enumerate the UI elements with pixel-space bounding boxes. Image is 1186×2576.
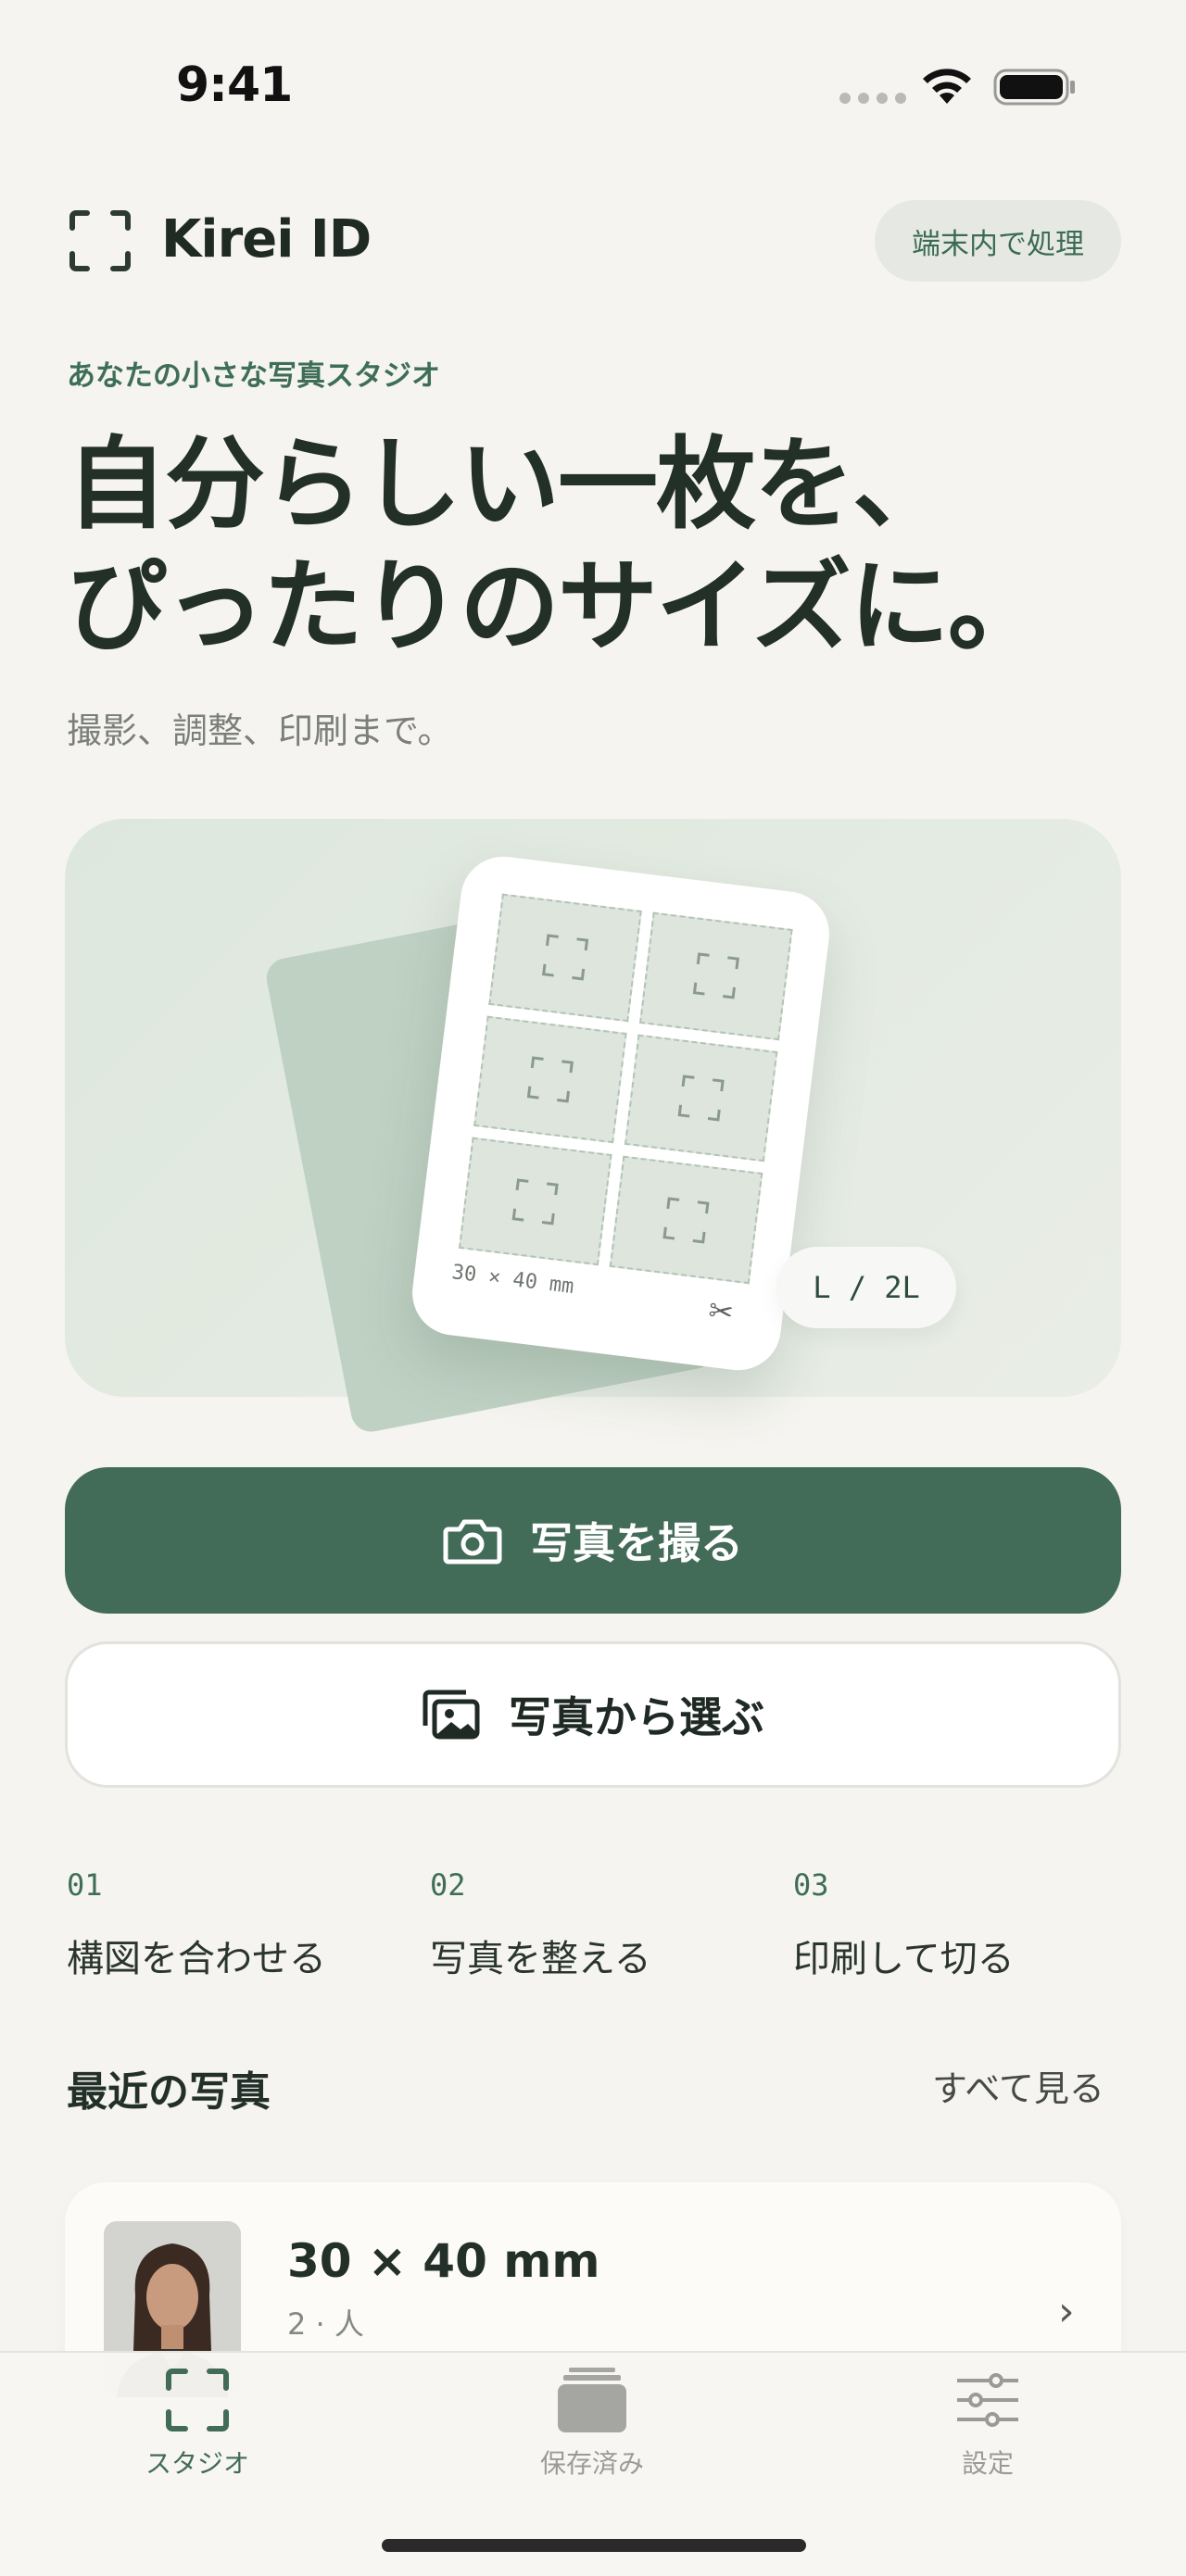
- step-label: 構図を合わせる: [67, 1938, 326, 1980]
- wifi-icon: [923, 69, 971, 104]
- app-title: Kirei ID: [161, 209, 372, 270]
- recent-photo-size: 30 × 40 mm: [287, 2234, 600, 2288]
- subtitle: 撮影、調整、印刷まで。: [67, 710, 453, 751]
- sliders-icon: [957, 2373, 1018, 2427]
- print-sheet-card: 30 × 40 mm ✂: [407, 851, 835, 1376]
- viewfinder-icon: [166, 2369, 229, 2431]
- step-number: 01: [67, 1867, 103, 1903]
- take-photo-label: 写真を撮る: [530, 1518, 743, 1568]
- photo-slot: [458, 1137, 612, 1266]
- photo-slot: [639, 911, 793, 1040]
- take-photo-button[interactable]: 写真を撮る: [65, 1467, 1121, 1614]
- photo-slot: [624, 1034, 778, 1162]
- tab-saved[interactable]: 保存済み: [490, 2368, 694, 2481]
- viewfinder-icon: [511, 1178, 559, 1225]
- cellular-signal-icon: [839, 93, 906, 104]
- scissors-icon: ✂: [706, 1292, 736, 1331]
- camera-icon: [443, 1519, 502, 1564]
- viewfinder-logo-icon: [69, 210, 131, 271]
- kicker-text: あなたの小さな写真スタジオ: [67, 359, 440, 393]
- tab-label: 設定: [961, 2448, 1014, 2479]
- tab-label: スタジオ: [145, 2448, 249, 2479]
- step-label: 写真を整える: [430, 1938, 651, 1980]
- viewfinder-icon: [677, 1074, 725, 1122]
- tab-label: 保存済み: [539, 2448, 644, 2479]
- photo-slot: [609, 1155, 763, 1285]
- sheet-size-label: 30 × 40 mm: [450, 1261, 575, 1300]
- see-all-link[interactable]: すべて見る: [932, 2060, 1104, 2111]
- viewfinder-icon: [692, 952, 739, 999]
- on-device-badge: 端末内で処理: [875, 200, 1121, 282]
- step-1: 01 構図を合わせる: [67, 1867, 372, 1982]
- headline-line-1: 自分らしい一枚を、: [67, 427, 953, 543]
- step-2: 02 写真を整える: [430, 1867, 736, 1982]
- print-format-pill: L / 2L: [776, 1247, 956, 1328]
- photo-slot: [488, 893, 642, 1022]
- step-3: 03 印刷して切る: [793, 1867, 1099, 1982]
- status-time: 9:41: [176, 57, 293, 113]
- step-label: 印刷して切る: [793, 1938, 1015, 1980]
- step-number: 02: [430, 1867, 466, 1903]
- viewfinder-icon: [526, 1056, 574, 1103]
- headline-line-2: ぴったりのサイズに。: [67, 549, 1048, 665]
- tab-studio[interactable]: スタジオ: [95, 2368, 299, 2481]
- tab-settings[interactable]: 設定: [886, 2368, 1090, 2481]
- choose-photo-label: 写真から選ぶ: [509, 1692, 764, 1742]
- viewfinder-icon: [541, 934, 589, 981]
- recent-photos-title: 最近の写真: [67, 2068, 271, 2116]
- chevron-right-icon: ›: [1058, 2288, 1075, 2335]
- viewfinder-icon: [662, 1197, 710, 1244]
- battery-icon: [993, 69, 1075, 106]
- photo-slot: [473, 1015, 627, 1144]
- recent-photo-meta: 2 · 人: [287, 2306, 364, 2342]
- photo-library-icon: [423, 1690, 480, 1740]
- stack-icon: [558, 2368, 626, 2432]
- home-indicator[interactable]: [382, 2539, 806, 2552]
- step-number: 03: [793, 1867, 829, 1903]
- photo-slot-grid: [458, 893, 793, 1285]
- headline: 自分らしい一枚を、 ぴったりのサイズに。: [67, 424, 1142, 669]
- choose-photo-button[interactable]: 写真から選ぶ: [65, 1641, 1121, 1788]
